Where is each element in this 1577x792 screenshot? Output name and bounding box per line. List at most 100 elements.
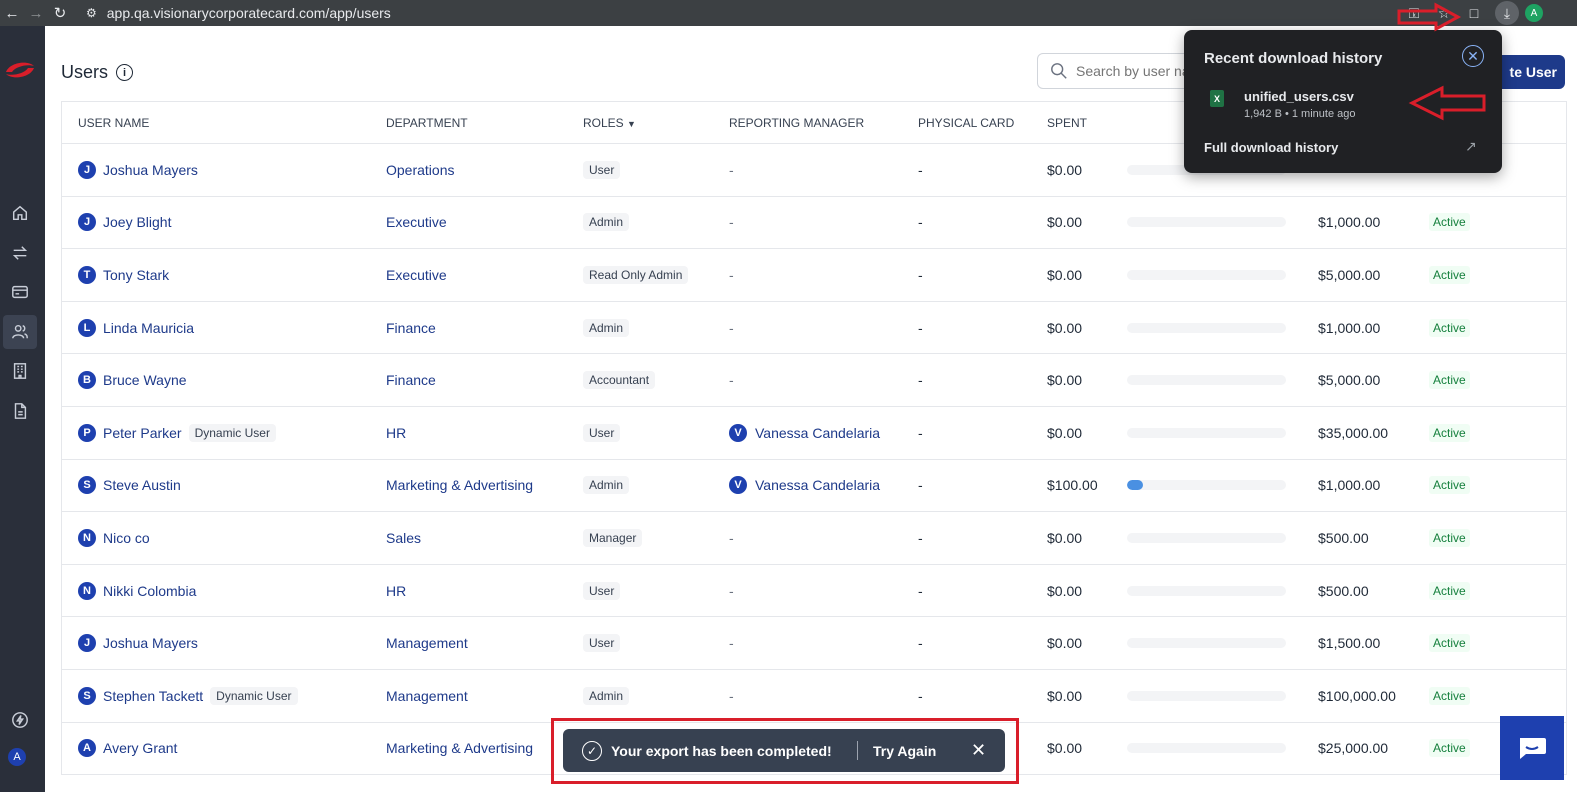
user-name-link[interactable]: Joshua Mayers bbox=[103, 635, 198, 651]
limit-value: $500.00 bbox=[1318, 529, 1369, 546]
user-name-link[interactable]: Tony Stark bbox=[103, 267, 169, 283]
user-name-link[interactable]: Joshua Mayers bbox=[103, 162, 198, 178]
manager-cell: V Vanessa Candelaria bbox=[729, 423, 880, 442]
limit-value: $35,000.00 bbox=[1318, 424, 1389, 441]
department-link[interactable]: Finance bbox=[386, 320, 436, 336]
brand-logo[interactable] bbox=[2, 58, 38, 82]
forward-icon[interactable]: → bbox=[24, 0, 48, 26]
user-avatar: S bbox=[78, 476, 96, 495]
user-cell: L Linda Mauricia bbox=[78, 318, 194, 337]
table-row[interactable]: L Linda Mauricia Finance Admin - - $0.00 $1,000… bbox=[62, 302, 1566, 355]
manager-name-link[interactable]: Vanessa Candelaria bbox=[755, 425, 880, 441]
user-name-link[interactable]: Nico co bbox=[103, 530, 150, 546]
manager-cell: - bbox=[729, 372, 734, 388]
toast-divider bbox=[857, 741, 858, 760]
col-spent[interactable]: SPENT bbox=[1047, 116, 1087, 130]
user-name-link[interactable]: Peter Parker bbox=[103, 425, 182, 441]
table-row[interactable]: B Bruce Wayne Finance Accountant - - $0.00 $5,0… bbox=[62, 354, 1566, 407]
user-name-link[interactable]: Linda Mauricia bbox=[103, 320, 194, 336]
user-avatar: J bbox=[78, 634, 96, 653]
spent-value: $0.00 bbox=[1047, 529, 1083, 546]
open-external-icon[interactable]: ↗ bbox=[1465, 138, 1477, 155]
user-avatar: J bbox=[78, 213, 96, 232]
user-avatar[interactable]: A bbox=[8, 748, 26, 766]
department-link[interactable]: Sales bbox=[386, 530, 421, 546]
department-link[interactable]: Finance bbox=[386, 372, 436, 388]
site-settings-icon[interactable]: ⚙ bbox=[86, 6, 97, 20]
department-link[interactable]: Management bbox=[386, 688, 468, 704]
status-badge: Active bbox=[1429, 371, 1470, 390]
full-download-history-link[interactable]: Full download history bbox=[1204, 140, 1338, 155]
address-bar[interactable]: app.qa.visionarycorporatecard.com/app/us… bbox=[107, 5, 391, 21]
table-row[interactable]: N Nikki Colombia HR User - - $0.00 $500.00 Activ… bbox=[62, 565, 1566, 618]
user-name-link[interactable]: Joey Blight bbox=[103, 214, 171, 230]
department-link[interactable]: Executive bbox=[386, 267, 447, 283]
transactions-icon[interactable] bbox=[3, 236, 37, 270]
download-icon[interactable]: ⤓ bbox=[1495, 1, 1519, 25]
quick-action-icon[interactable] bbox=[3, 703, 37, 737]
user-name-link[interactable]: Avery Grant bbox=[103, 740, 177, 756]
extensions-icon[interactable]: □ bbox=[1459, 0, 1489, 26]
chat-widget-button[interactable] bbox=[1500, 716, 1564, 780]
documents-icon[interactable] bbox=[3, 394, 37, 428]
manager-avatar: V bbox=[729, 423, 747, 442]
table-row[interactable]: T Tony Stark Executive Read Only Admin - - $0.… bbox=[62, 249, 1566, 302]
user-cell: A Avery Grant bbox=[78, 739, 177, 758]
col-department[interactable]: DEPARTMENT bbox=[386, 116, 468, 130]
spend-progress-bar bbox=[1127, 480, 1286, 491]
status-badge: Active bbox=[1429, 213, 1470, 232]
user-name-link[interactable]: Bruce Wayne bbox=[103, 372, 187, 388]
user-cell: S Steve Austin bbox=[78, 476, 181, 495]
table-row[interactable]: J Joey Blight Executive Admin - - $0.00 $1,000.… bbox=[62, 197, 1566, 250]
role-badge: Read Only Admin bbox=[583, 265, 689, 284]
user-cell: J Joshua Mayers bbox=[78, 634, 198, 653]
close-icon[interactable]: ✕ bbox=[971, 740, 986, 761]
table-row[interactable]: N Nico co Sales Manager - - $0.00 $500.00 Active bbox=[62, 512, 1566, 565]
table-row[interactable]: S Stephen Tackett Dynamic User Management Ad… bbox=[62, 670, 1566, 723]
col-reporting-manager[interactable]: REPORTING MANAGER bbox=[729, 116, 864, 130]
department-link[interactable]: HR bbox=[386, 583, 406, 599]
limit-value: $1,000.00 bbox=[1318, 477, 1381, 494]
download-file-name[interactable]: unified_users.csv bbox=[1244, 89, 1354, 104]
user-name-link[interactable]: Stephen Tackett bbox=[103, 688, 203, 704]
manager-name-link[interactable]: Vanessa Candelaria bbox=[755, 477, 880, 493]
role-badge: Manager bbox=[583, 528, 643, 547]
manager-empty: - bbox=[729, 529, 734, 546]
try-again-button[interactable]: Try Again bbox=[873, 743, 936, 759]
user-tag: Dynamic User bbox=[188, 423, 276, 442]
table-row[interactable]: J Joshua Mayers Management User - - $0.00 $1,50… bbox=[62, 617, 1566, 670]
spend-progress-bar bbox=[1127, 690, 1286, 701]
cards-icon[interactable] bbox=[3, 275, 37, 309]
manager-cell: - bbox=[729, 530, 734, 546]
col-roles[interactable]: ROLES ▼ bbox=[583, 116, 636, 130]
info-icon[interactable]: i bbox=[116, 64, 134, 81]
user-name-link[interactable]: Nikki Colombia bbox=[103, 583, 196, 599]
profile-avatar[interactable]: A bbox=[1525, 4, 1543, 22]
spend-progress-bar bbox=[1127, 427, 1286, 438]
close-icon[interactable]: ✕ bbox=[1462, 45, 1484, 67]
col-physical-card[interactable]: PHYSICAL CARD bbox=[918, 116, 1014, 130]
department-link[interactable]: Marketing & Advertising bbox=[386, 740, 533, 756]
department-link[interactable]: Management bbox=[386, 635, 468, 651]
department-link[interactable]: HR bbox=[386, 425, 406, 441]
status-badge: Active bbox=[1429, 634, 1470, 653]
users-icon[interactable] bbox=[3, 315, 37, 349]
spend-progress-fill bbox=[1127, 480, 1143, 491]
department-link[interactable]: Executive bbox=[386, 214, 447, 230]
back-icon[interactable]: ← bbox=[0, 0, 24, 26]
col-user-name[interactable]: USER NAME bbox=[78, 116, 149, 130]
department-link[interactable]: Marketing & Advertising bbox=[386, 477, 533, 493]
company-icon[interactable] bbox=[3, 354, 37, 388]
status-badge: Active bbox=[1429, 423, 1470, 442]
spend-progress-bar bbox=[1127, 269, 1286, 280]
home-icon[interactable] bbox=[3, 196, 37, 230]
department-link[interactable]: Operations bbox=[386, 162, 454, 178]
chat-icon bbox=[1520, 738, 1546, 759]
reload-icon[interactable]: ↻ bbox=[48, 0, 72, 26]
physical-card-value: - bbox=[918, 582, 923, 599]
limit-value: $500.00 bbox=[1318, 582, 1369, 599]
table-row[interactable]: S Steve Austin Marketing & Advertising Admi… bbox=[62, 460, 1566, 513]
manager-cell: - bbox=[729, 635, 734, 651]
user-name-link[interactable]: Steve Austin bbox=[103, 477, 181, 493]
table-row[interactable]: P Peter Parker Dynamic User HR User V Vanessa … bbox=[62, 407, 1566, 460]
